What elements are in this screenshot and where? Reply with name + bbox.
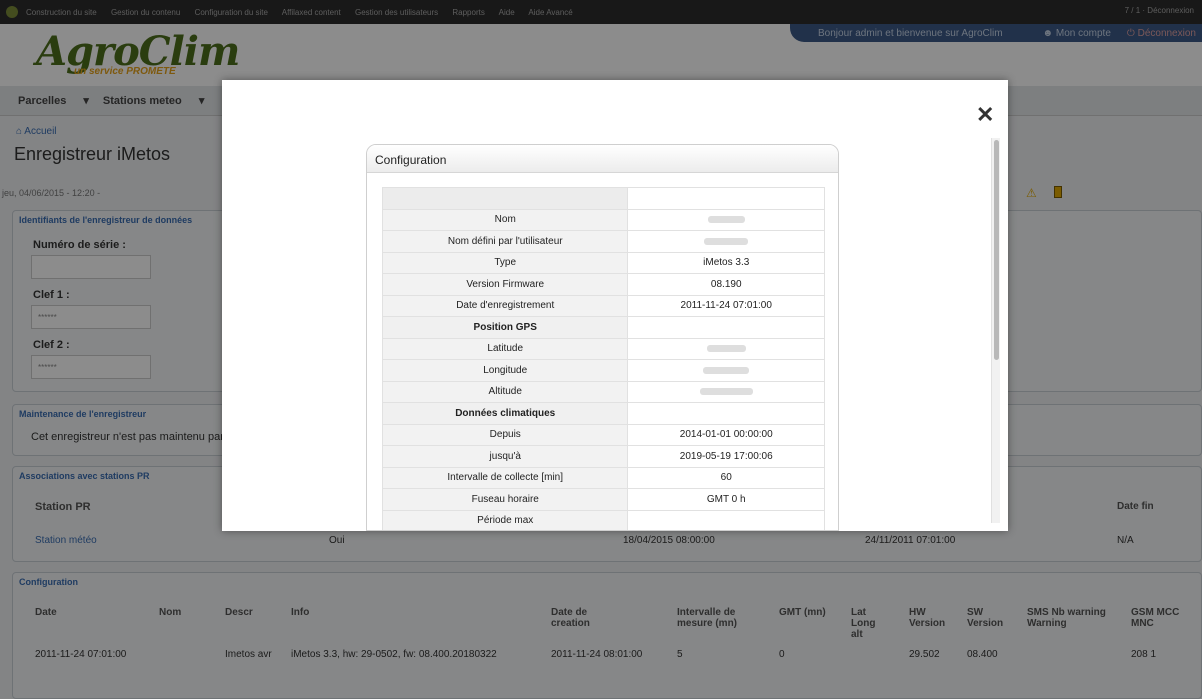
- config-row: jusqu'à 2019-05-19 17:00:06: [381, 445, 825, 468]
- config-value: 60: [627, 466, 825, 489]
- redacted-value: [704, 237, 749, 245]
- redacted-value: [707, 216, 745, 224]
- close-icon[interactable]: ✕: [976, 104, 994, 126]
- config-row: Nom: [381, 208, 825, 231]
- config-key: Position GPS: [381, 316, 629, 339]
- config-value: [627, 208, 825, 231]
- config-key: Nom défini par l'utilisateur: [381, 230, 629, 253]
- config-row: Intervalle de collecte [min] 60: [381, 466, 825, 489]
- config-value: [627, 509, 825, 530]
- config-value: GMT 0 h: [627, 488, 825, 511]
- config-row: Période max: [381, 509, 825, 530]
- config-key: Fuseau horaire: [381, 488, 629, 511]
- config-row: Date d'enregistrement 2011-11-24 07:01:00: [381, 294, 825, 317]
- config-value: [627, 402, 825, 425]
- config-row: Données climatiques: [381, 402, 825, 425]
- config-value: [627, 380, 825, 403]
- config-key: [381, 187, 629, 210]
- config-key: Données climatiques: [381, 402, 629, 425]
- config-box: Configuration Nom Nom défini par l'utilis…: [366, 144, 839, 531]
- config-row: Depuis 2014-01-01 00:00:00: [381, 423, 825, 446]
- config-key: Depuis: [381, 423, 629, 446]
- config-key: Latitude: [381, 337, 629, 360]
- redacted-value: [699, 388, 753, 396]
- config-row: [381, 187, 825, 210]
- modal-scrollbar[interactable]: [991, 138, 1000, 523]
- scrollbar-thumb[interactable]: [994, 140, 999, 360]
- config-row: Longitude: [381, 359, 825, 382]
- config-row: Type iMetos 3.3: [381, 251, 825, 274]
- config-value: 08.190: [627, 273, 825, 296]
- config-row: Latitude: [381, 337, 825, 360]
- config-box-title: Configuration: [367, 145, 838, 173]
- config-key: Nom: [381, 208, 629, 231]
- config-key: Longitude: [381, 359, 629, 382]
- config-value: iMetos 3.3: [627, 251, 825, 274]
- config-value: [627, 187, 825, 210]
- config-value: 2019-05-19 17:00:06: [627, 445, 825, 468]
- config-key: Version Firmware: [381, 273, 629, 296]
- config-value: [627, 230, 825, 253]
- config-value: 2011-11-24 07:01:00: [627, 294, 825, 317]
- config-row: Version Firmware 08.190: [381, 273, 825, 296]
- redacted-value: [703, 366, 750, 374]
- config-value: [627, 337, 825, 360]
- config-value: 2014-01-01 00:00:00: [627, 423, 825, 446]
- config-row: Nom défini par l'utilisateur: [381, 230, 825, 253]
- config-key: Intervalle de collecte [min]: [381, 466, 629, 489]
- redacted-value: [706, 345, 746, 353]
- config-key: Période max: [381, 509, 629, 530]
- config-key: Type: [381, 251, 629, 274]
- config-key: jusqu'à: [381, 445, 629, 468]
- config-table: Nom Nom défini par l'utilisateur Type iMeto…: [381, 187, 825, 530]
- config-key: Date d'enregistrement: [381, 294, 629, 317]
- config-value: [627, 316, 825, 339]
- configuration-modal: ✕ Configuration Nom Nom défini par l'util…: [222, 80, 1008, 531]
- config-row: Position GPS: [381, 316, 825, 339]
- config-key: Altitude: [381, 380, 629, 403]
- config-row: Fuseau horaire GMT 0 h: [381, 488, 825, 511]
- config-row: Altitude: [381, 380, 825, 403]
- config-value: [627, 359, 825, 382]
